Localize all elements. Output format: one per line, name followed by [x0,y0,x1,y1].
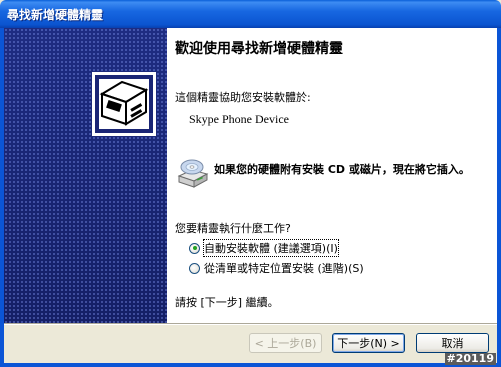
radio-auto-install-label[interactable]: 自動安裝軟體 (建議選項)(I) [203,239,339,257]
wizard-content: 歡迎使用尋找新增硬體精靈 這個精靈協助您安裝軟體於: Skype Phone D… [167,28,497,323]
device-name: Skype Phone Device [189,112,289,126]
radio-auto-install[interactable]: 自動安裝軟體 (建議選項)(I) [189,239,339,257]
radio-button[interactable] [189,242,200,254]
next-button[interactable]: 下一步(N) > [332,333,405,353]
button-separator [4,323,497,325]
radio-advanced-install[interactable]: 從清單或特定位置安裝 (進階)(S) [189,261,364,275]
window-frame-right [497,28,501,367]
intro-text: 這個精靈協助您安裝軟體於: [175,91,311,104]
cancel-button[interactable]: 取消 [416,333,489,353]
hardware-wizard-icon [92,72,156,136]
wizard-heading: 歡迎使用尋找新增硬體精靈 [175,41,343,57]
window-frame-bottom [0,363,501,367]
radio-button[interactable] [189,262,200,274]
title-bar[interactable]: 尋找新增硬體精靈 [0,0,501,28]
radio-advanced-install-label[interactable]: 從清單或特定位置安裝 (進階)(S) [204,260,364,276]
window-title: 尋找新增硬體精靈 [7,8,104,22]
insert-cd-instruction: 如果您的硬體附有安裝 CD 或磁片，現在將它插入。 [214,163,470,176]
task-question: 您要精靈執行什麼工作? [175,222,291,235]
back-button[interactable]: < 上一步(B) [249,333,322,353]
wizard-window: 尋找新增硬體精靈 歡迎使用尋找新增硬體精靈 這個精靈協助您安裝軟體於: Skyp… [0,0,501,367]
cd-drive-icon [176,156,210,190]
watermark-label: #20119 [444,352,496,365]
next-hint: 請按 [下一步] 繼續。 [175,296,279,309]
wizard-side-panel [4,28,167,323]
